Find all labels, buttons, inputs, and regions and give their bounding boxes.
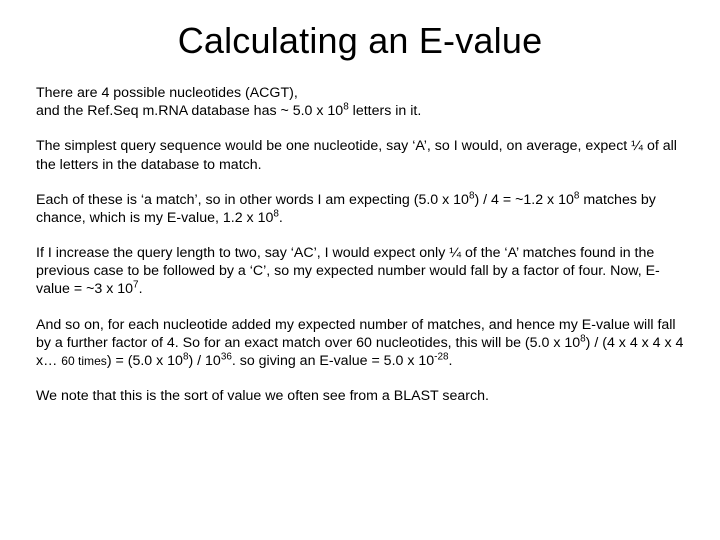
p3-d: . xyxy=(279,210,283,226)
p3-a: Each of these is ‘a match’, so in other … xyxy=(36,192,469,208)
p3-b: ) / 4 = ~1.2 x 10 xyxy=(474,192,573,208)
paragraph-5: And so on, for each nucleotide added my … xyxy=(36,316,684,371)
slide-title: Calculating an E-value xyxy=(36,20,684,62)
paragraph-4: If I increase the query length to two, s… xyxy=(36,244,684,299)
p4-a: If I increase the query length to two, s… xyxy=(36,245,660,297)
p4-b: . xyxy=(139,281,143,297)
p5-sup4: -28 xyxy=(434,351,448,362)
paragraph-6: We note that this is the sort of value w… xyxy=(36,387,684,405)
p5-sup3: 36 xyxy=(221,351,232,362)
p1-line2-pre: and the Ref.Seq m.RNA database has ~ 5.0… xyxy=(36,103,343,119)
p5-f: . xyxy=(449,353,453,369)
paragraph-1: There are 4 possible nucleotides (ACGT),… xyxy=(36,84,684,120)
p1-line2-post: letters in it. xyxy=(349,103,422,119)
p5-c: ) = (5.0 x 10 xyxy=(107,353,183,369)
paragraph-2: The simplest query sequence would be one… xyxy=(36,137,684,173)
p5-times: 60 times xyxy=(61,354,107,368)
paragraph-3: Each of these is ‘a match’, so in other … xyxy=(36,191,684,227)
p1-line1: There are 4 possible nucleotides (ACGT), xyxy=(36,85,298,101)
p5-d: ) / 10 xyxy=(188,353,220,369)
p5-e: . so giving an E-value = 5.0 x 10 xyxy=(232,353,434,369)
